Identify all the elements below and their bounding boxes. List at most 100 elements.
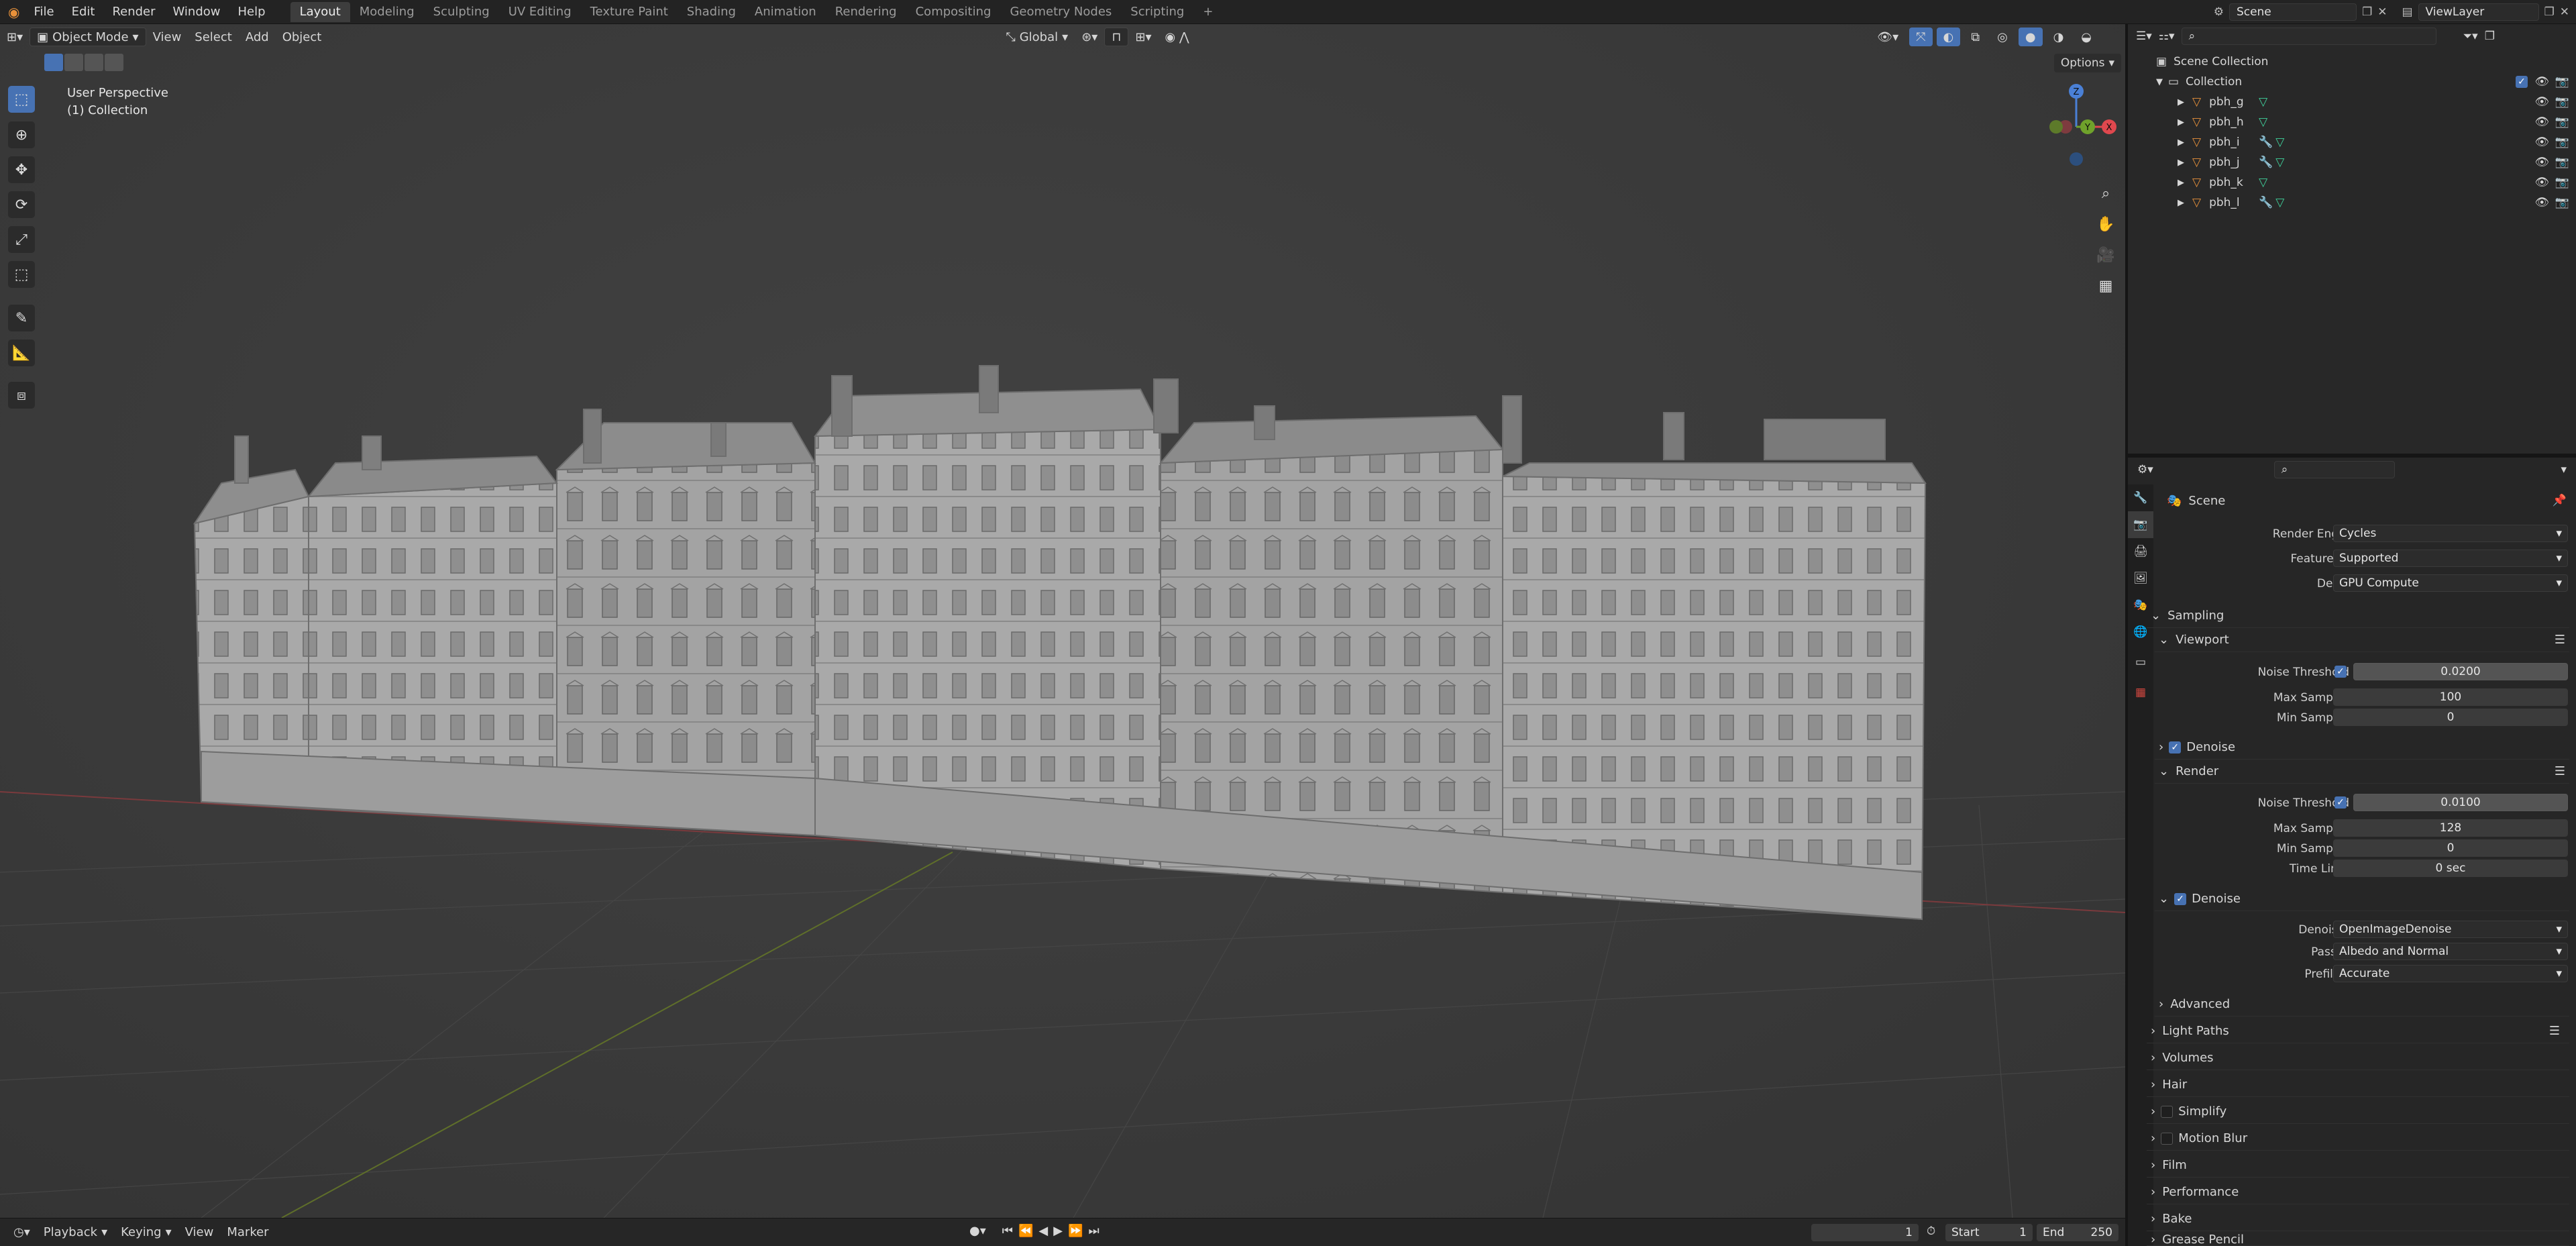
render-denoise-checkbox[interactable]: ✓ — [2174, 892, 2187, 905]
feature-set-dropdown[interactable]: Supported ▾ — [2333, 550, 2568, 567]
menu-playback[interactable]: Playback ▾ — [37, 1223, 114, 1242]
new-scene-icon[interactable]: ❐ — [2362, 5, 2372, 19]
select-intersect-icon[interactable] — [105, 54, 123, 71]
outliner-object-row[interactable]: ▶ ▽ pbh_h ▽ 👁 📷 — [2128, 112, 2576, 132]
visibility-icon[interactable]: 👁▾ — [1870, 28, 1905, 46]
proportional-edit-icon[interactable]: ◉ ⋀ — [1158, 28, 1195, 46]
exclude-checkbox-icon[interactable]: ✓ — [2516, 76, 2528, 88]
pivot-icon[interactable]: ⊛▾ — [1075, 28, 1104, 46]
menu-file[interactable]: File — [25, 5, 62, 19]
tab-uv-editing[interactable]: UV Editing — [499, 2, 581, 22]
select-box-tool[interactable]: ⬚ — [8, 86, 35, 113]
add-workspace-button[interactable]: + — [1193, 2, 1222, 22]
time-limit-field[interactable]: 0 sec — [2333, 860, 2568, 877]
disclosure-triangle-icon[interactable]: ▶ — [2178, 178, 2184, 188]
viewport-denoise-checkbox[interactable]: ✓ — [2169, 741, 2182, 754]
menu-render[interactable]: Render — [103, 5, 164, 19]
disclosure-triangle-icon[interactable]: ▶ — [2178, 158, 2184, 168]
tab-sculpting[interactable]: Sculpting — [424, 2, 499, 22]
render-camera-icon[interactable]: 📷 — [2555, 176, 2569, 189]
denoiser-dropdown[interactable]: OpenImageDenoise ▾ — [2333, 921, 2568, 938]
tab-texture-icon[interactable]: ▦ — [2128, 679, 2153, 706]
wireframe-shading-icon[interactable]: ◎ — [1990, 28, 2015, 46]
outliner-object-row[interactable]: ▶ ▽ pbh_g ▽ 👁 📷 — [2128, 92, 2576, 112]
menu-add[interactable]: Add — [239, 28, 276, 46]
xray-icon[interactable]: ⧉ — [1964, 28, 1986, 46]
tab-view-layer-icon[interactable]: 🖼 — [2128, 565, 2153, 592]
timeline-editor-icon[interactable]: ◷▾ — [7, 1223, 37, 1242]
eye-icon[interactable]: 👁 — [2534, 115, 2549, 129]
end-frame-field[interactable]: End 250 — [2037, 1224, 2118, 1241]
move-tool[interactable]: ✥ — [8, 156, 35, 183]
tab-geometry-nodes[interactable]: Geometry Nodes — [1000, 2, 1121, 22]
play-icon[interactable]: ▶ — [1053, 1224, 1063, 1238]
tab-output-icon[interactable]: 🖨 — [2128, 538, 2153, 565]
menu-timeline-view[interactable]: View — [178, 1223, 221, 1242]
select-new-icon[interactable] — [44, 54, 63, 71]
outliner-object-row[interactable]: ▶ ▽ pbh_k ▽ 👁 📷 — [2128, 172, 2576, 193]
eye-icon[interactable]: 👁 — [2534, 95, 2549, 109]
viewport-max-samples-field[interactable]: 100 — [2333, 688, 2568, 706]
filter-icon[interactable]: ⏷▾ — [2463, 30, 2478, 43]
disclosure-triangle-icon[interactable]: ▼ — [2156, 77, 2163, 87]
tab-rendering[interactable]: Rendering — [826, 2, 906, 22]
options-button[interactable]: Options ▾ — [2053, 54, 2121, 72]
render-camera-icon[interactable]: 📷 — [2555, 196, 2569, 209]
rotate-tool[interactable]: ⟳ — [8, 191, 35, 218]
current-frame-field[interactable]: 1 — [1811, 1224, 1919, 1241]
menu-marker[interactable]: Marker — [220, 1223, 275, 1242]
outliner-object-row[interactable]: ▶ ▽ pbh_j 🔧 ▽ 👁 📷 — [2128, 152, 2576, 172]
menu-object[interactable]: Object — [276, 28, 329, 46]
select-subtract-icon[interactable] — [85, 54, 103, 71]
menu-keying[interactable]: Keying ▾ — [114, 1223, 178, 1242]
scene-icon[interactable]: ⚙ — [2214, 5, 2224, 19]
jump-end-icon[interactable]: ⏭ — [1088, 1224, 1099, 1238]
outliner-collection[interactable]: ▼ ▭ Collection ✓ 👁 📷 — [2128, 72, 2576, 92]
pan-icon[interactable]: ✋ — [2092, 211, 2119, 238]
motion-blur-checkbox[interactable] — [2161, 1132, 2174, 1145]
overlay-icon[interactable]: ◐ — [1936, 28, 1961, 46]
film-panel[interactable]: › Film — [2147, 1153, 2569, 1178]
outliner-scene-collection[interactable]: ▣ Scene Collection — [2128, 52, 2576, 72]
tab-texture-paint[interactable]: Texture Paint — [581, 2, 678, 22]
play-reverse-icon[interactable]: ◀ — [1038, 1224, 1048, 1238]
advanced-subpanel-header[interactable]: › Advanced — [2155, 992, 2569, 1017]
sampling-panel-header[interactable]: ⌄ Sampling — [2147, 604, 2569, 628]
transform-tool[interactable]: ⬚ — [8, 261, 35, 288]
view-layer-icon[interactable]: ▤ — [2402, 5, 2412, 19]
start-frame-field[interactable]: Start 1 — [1945, 1224, 2033, 1241]
outliner-search-input[interactable]: ⌕ — [2181, 28, 2436, 45]
outliner-object-row[interactable]: ▶ ▽ pbh_i 🔧 ▽ 👁 📷 — [2128, 132, 2576, 152]
list-icon[interactable]: ☰ — [2555, 633, 2565, 647]
simplify-panel[interactable]: › Simplify — [2147, 1100, 2569, 1124]
scene-field[interactable]: Scene — [2229, 3, 2357, 21]
snap-target-icon[interactable]: ⊞▾ — [1128, 28, 1158, 46]
prefilter-dropdown[interactable]: Accurate ▾ — [2333, 965, 2568, 982]
list-icon[interactable]: ☰ — [2555, 764, 2565, 778]
render-noise-threshold-field[interactable]: 0.0100 — [2353, 794, 2568, 811]
render-denoise-subpanel[interactable]: ⌄ ✓ Denoise — [2155, 887, 2569, 911]
hair-panel[interactable]: › Hair — [2147, 1073, 2569, 1097]
render-camera-icon[interactable]: 📷 — [2555, 156, 2569, 169]
tab-compositing[interactable]: Compositing — [906, 2, 1001, 22]
bake-panel[interactable]: › Bake — [2147, 1207, 2569, 1231]
jump-start-icon[interactable]: ⏮ — [1002, 1224, 1013, 1238]
properties-editor-icon[interactable]: ⚙▾ — [2137, 463, 2153, 476]
render-camera-icon[interactable]: 📷 — [2555, 115, 2569, 129]
tab-collection-icon[interactable]: ▭ — [2128, 645, 2153, 679]
motion-blur-panel[interactable]: › Motion Blur — [2147, 1127, 2569, 1151]
list-icon[interactable]: ☰ — [2549, 1024, 2560, 1038]
pin-icon[interactable]: 📌 — [2553, 494, 2567, 507]
record-icon[interactable]: ●▾ — [969, 1224, 986, 1238]
menu-help[interactable]: Help — [229, 5, 274, 19]
render-subpanel-header[interactable]: ⌄ Render ☰ — [2155, 760, 2569, 784]
viewport-noise-threshold-field[interactable]: 0.0200 — [2353, 663, 2568, 680]
add-cube-tool[interactable]: ⧈ — [8, 382, 35, 409]
solid-shading-icon[interactable]: ● — [2018, 28, 2043, 46]
menu-select[interactable]: Select — [188, 28, 239, 46]
render-camera-icon[interactable]: 📷 — [2555, 75, 2569, 89]
3d-viewport[interactable]: ⊞▾ ▣ Object Mode ▾ View Select Add Objec… — [0, 24, 2125, 1218]
performance-panel[interactable]: › Performance — [2147, 1180, 2569, 1204]
material-shading-icon[interactable]: ◑ — [2047, 28, 2071, 46]
tab-shading[interactable]: Shading — [678, 2, 745, 22]
